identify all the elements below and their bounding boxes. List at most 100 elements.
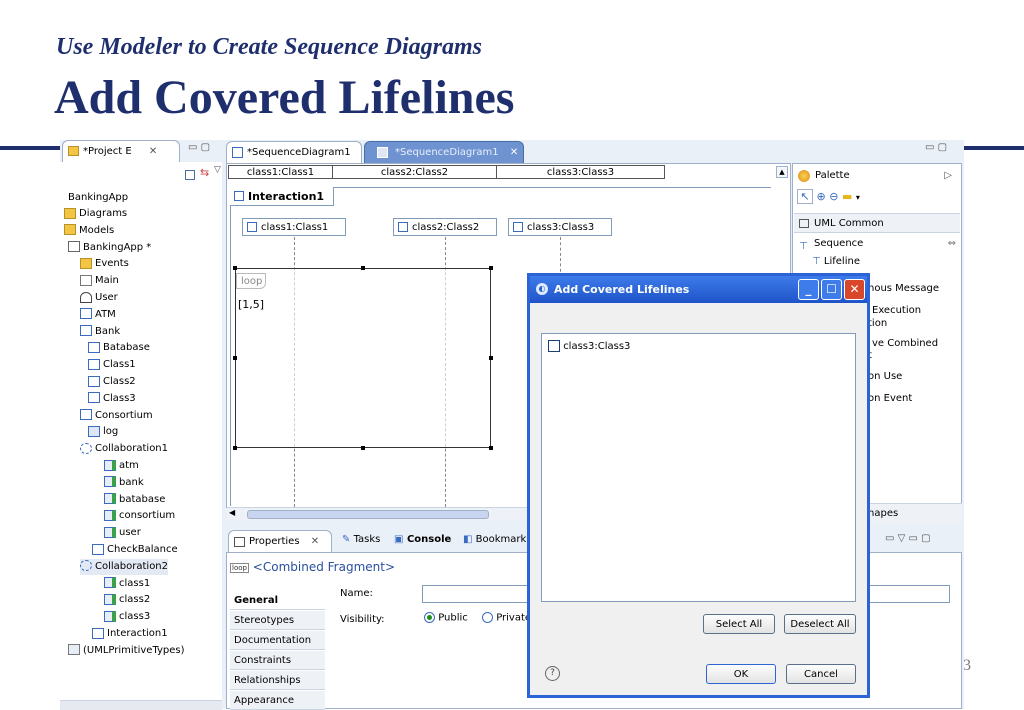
collapse-all-icon[interactable] [185, 170, 195, 180]
tree-item[interactable]: bank [104, 475, 144, 491]
palette-item-use[interactable]: on Use [868, 371, 902, 382]
canvas-scroll-up-icon[interactable]: ▲ [776, 166, 788, 178]
tab-console[interactable]: ▣ Console [394, 534, 451, 545]
tree-item[interactable]: class3 [104, 609, 150, 625]
close-icon[interactable]: ✕ [311, 536, 319, 547]
tree-item[interactable]: User [80, 290, 118, 306]
selection-handle[interactable] [489, 266, 493, 270]
editor-tab-2[interactable]: *SequenceDiagram1 ✕ [364, 141, 524, 163]
selection-handle[interactable] [361, 266, 365, 270]
palette-collapse-icon[interactable]: ▷ [944, 166, 952, 186]
palette-item-combined[interactable]: ve Combined [872, 338, 938, 349]
tab-properties[interactable]: Properties ✕ [228, 530, 332, 552]
tree-item[interactable]: Class2 [88, 374, 136, 390]
tree-item[interactable]: user [104, 525, 141, 541]
close-icon[interactable]: ✕ [844, 279, 865, 300]
cancel-button[interactable]: Cancel [786, 664, 856, 684]
tree-item[interactable]: ATM [80, 307, 116, 323]
lifeline-option[interactable]: class3:Class3 [548, 340, 630, 352]
selection-handle[interactable] [489, 356, 493, 360]
tree-item[interactable]: consortium [104, 508, 175, 524]
palette-item-execution-2[interactable]: tion [868, 318, 887, 329]
prop-tab-constraints[interactable]: Constraints [230, 651, 325, 670]
zoom-in-icon[interactable]: ⊕ [817, 190, 826, 203]
tree-item[interactable]: Main [80, 273, 119, 289]
lifeline-list[interactable]: class3:Class3 [541, 333, 856, 602]
minimize-icon[interactable]: _ [798, 279, 819, 300]
view-menu-icon[interactable]: ▽ [214, 165, 221, 175]
tree-item[interactable]: Collaboration1 [80, 441, 168, 457]
palette-item-message[interactable]: hous Message [868, 283, 939, 294]
selection-handle[interactable] [361, 446, 365, 450]
tree-item[interactable]: Collaboration2 [80, 558, 169, 575]
tree-item[interactable]: Class3 [88, 391, 136, 407]
close-icon[interactable]: ✕ [510, 147, 518, 158]
tree-item-label: ATM [95, 308, 116, 320]
palette-item-lifeline[interactable]: ⊤ Lifeline [812, 256, 860, 267]
palette-item-event[interactable]: on Event [868, 393, 912, 404]
explorer-tab[interactable]: *Project E ✕ [62, 140, 180, 162]
selection-handle[interactable] [233, 446, 237, 450]
checkbox-icon[interactable] [548, 340, 560, 352]
tree-item[interactable]: Models [64, 223, 114, 239]
prop-tab-general[interactable]: General [230, 591, 325, 610]
lifeline-class1[interactable]: class1:Class1 [242, 218, 346, 236]
selection-handle[interactable] [489, 446, 493, 450]
tree-item[interactable]: batabase [104, 492, 165, 508]
prop-tab-relationships[interactable]: Relationships [230, 671, 325, 690]
palette-drawer-common[interactable]: UML Common [794, 213, 960, 233]
tree-item[interactable]: Bank [80, 324, 120, 340]
prop-tab-appearance[interactable]: Appearance [230, 691, 325, 710]
tree-item[interactable]: BankingApp * [68, 240, 151, 256]
selection-handle[interactable] [233, 266, 237, 270]
ok-button[interactable]: OK [706, 664, 776, 684]
tree-item[interactable]: atm [104, 458, 139, 474]
tree-item[interactable]: class2 [104, 592, 150, 608]
selection-handle[interactable] [233, 356, 237, 360]
tree-item[interactable]: (UMLPrimitiveTypes) [68, 643, 185, 659]
close-icon[interactable]: ✕ [149, 146, 157, 157]
tree-item[interactable]: Events [80, 256, 129, 272]
prop-tab-stereotypes[interactable]: Stereotypes [230, 611, 325, 630]
interaction-label[interactable]: Interaction1 [230, 187, 334, 206]
select-all-button[interactable]: Select All [703, 614, 775, 634]
drawer-icon [799, 219, 809, 228]
palette-item-execution[interactable]: Execution [872, 305, 921, 316]
note-icon[interactable]: ▬ [842, 190, 852, 203]
tree-item[interactable]: class1 [104, 576, 150, 592]
tree-item[interactable]: CheckBalance [92, 542, 178, 558]
tree-item[interactable]: Interaction1 [92, 626, 168, 642]
link-editor-icon[interactable]: ⇆ [200, 166, 209, 179]
bottom-view-menu-icon[interactable]: ▭ ▽ ▭ ▢ [885, 533, 931, 544]
lifeline-class2[interactable]: class2:Class2 [393, 218, 497, 236]
explorer-minimize-icon[interactable]: ▭ ▢ [188, 142, 210, 153]
maximize-icon[interactable]: ☐ [821, 279, 842, 300]
palette-drawer-sequence[interactable]: ⊤ Sequence ⇔ [794, 234, 960, 254]
combined-fragment[interactable] [235, 268, 491, 448]
deselect-all-button[interactable]: Deselect All [784, 614, 856, 634]
editor-maximize-icon[interactable]: ▭ ▢ [925, 142, 947, 153]
tree-root[interactable]: BankingApp [68, 190, 128, 206]
lifeline-class3[interactable]: class3:Class3 [508, 218, 612, 236]
dialog-titlebar[interactable]: ◐ Add Covered Lifelines _ ☐ ✕ [530, 276, 867, 303]
dropdown-icon[interactable]: ▾ [856, 193, 860, 202]
editor-tab-1[interactable]: *SequenceDiagram1 [226, 141, 362, 163]
drawer-pin-icon[interactable]: ⇔ [948, 234, 956, 254]
fragment-guard[interactable]: [1,5] [238, 298, 264, 311]
zoom-out-icon[interactable]: ⊖ [829, 190, 838, 203]
visibility-private-radio[interactable]: Private [482, 612, 531, 624]
tree-item-label: log [103, 426, 119, 438]
tree-item[interactable]: log [88, 424, 118, 440]
prop-tab-documentation[interactable]: Documentation [230, 631, 325, 650]
scroll-left-icon[interactable]: ◀ [229, 508, 235, 517]
tab-bookmark[interactable]: ◧ Bookmark [463, 534, 526, 545]
tree-item[interactable]: Diagrams [64, 206, 127, 222]
tree-item[interactable]: Consortium [80, 408, 153, 424]
tree-item[interactable]: Class1 [88, 357, 136, 373]
help-icon[interactable]: ? [545, 666, 560, 681]
visibility-public-radio[interactable]: Public [424, 612, 468, 624]
select-tool-icon[interactable]: ↖ [797, 189, 813, 204]
tree-item[interactable]: Batabase [88, 340, 150, 356]
scroll-thumb[interactable] [247, 510, 489, 519]
tab-tasks[interactable]: ✎ Tasks [342, 534, 380, 545]
